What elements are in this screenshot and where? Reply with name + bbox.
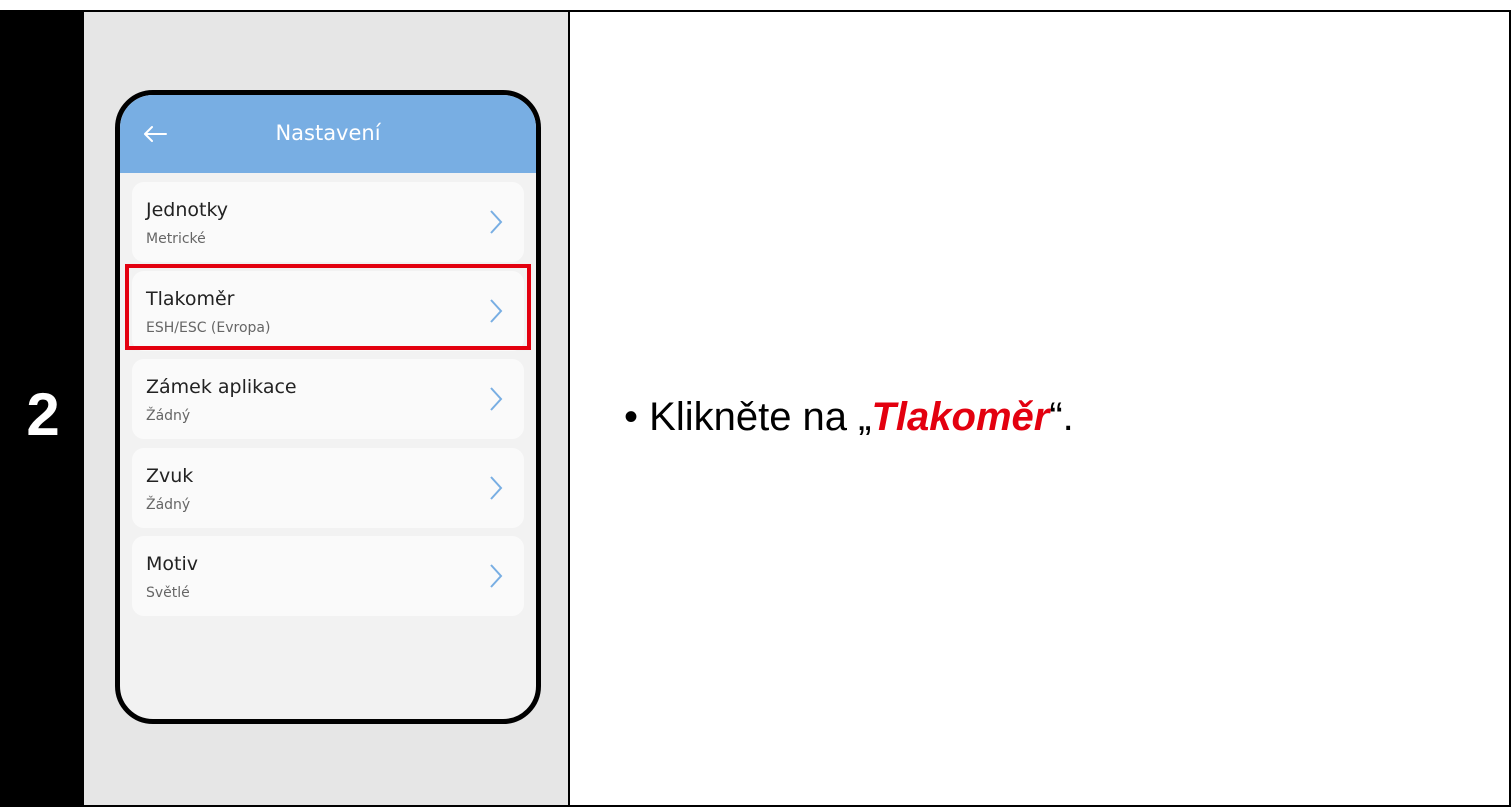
settings-item-units[interactable]: Jednotky Metrické	[132, 182, 524, 262]
step-number-column: 2	[2, 12, 84, 807]
item-title: Zvuk	[146, 465, 194, 487]
item-title: Motiv	[146, 553, 198, 575]
settings-item-sound[interactable]: Zvuk Žádný	[132, 448, 524, 528]
bullet: •	[624, 395, 639, 439]
phone-frame: Nastavení Jednotky Metrické Tlakoměr ESH…	[115, 90, 541, 724]
instruction-suffix: “.	[1049, 395, 1074, 439]
instruction-prefix: Klikněte na „	[649, 395, 872, 439]
item-title: Jednotky	[146, 199, 229, 221]
instruction-text: • Klikněte na „Tlakoměr“.	[624, 394, 1074, 440]
settings-item-app-lock[interactable]: Zámek aplikace Žádný	[132, 359, 524, 439]
chevron-right-icon	[490, 210, 503, 234]
item-value: Světlé	[146, 585, 190, 601]
chevron-right-icon	[490, 564, 503, 588]
item-value: Metrické	[146, 231, 206, 247]
item-value: Žádný	[146, 497, 191, 513]
instruction-highlight: Tlakoměr	[871, 395, 1050, 439]
page-title: Nastavení	[275, 121, 381, 145]
highlight-frame	[125, 264, 531, 350]
instruction-column: • Klikněte na „Tlakoměr“.	[572, 12, 1509, 807]
chevron-right-icon	[490, 387, 503, 411]
item-title: Zámek aplikace	[146, 376, 297, 398]
app-header: Nastavení	[120, 95, 536, 173]
chevron-right-icon	[490, 476, 503, 500]
item-value: Žádný	[146, 408, 191, 424]
settings-item-theme[interactable]: Motiv Světlé	[132, 536, 524, 616]
step-number: 2	[26, 381, 60, 448]
